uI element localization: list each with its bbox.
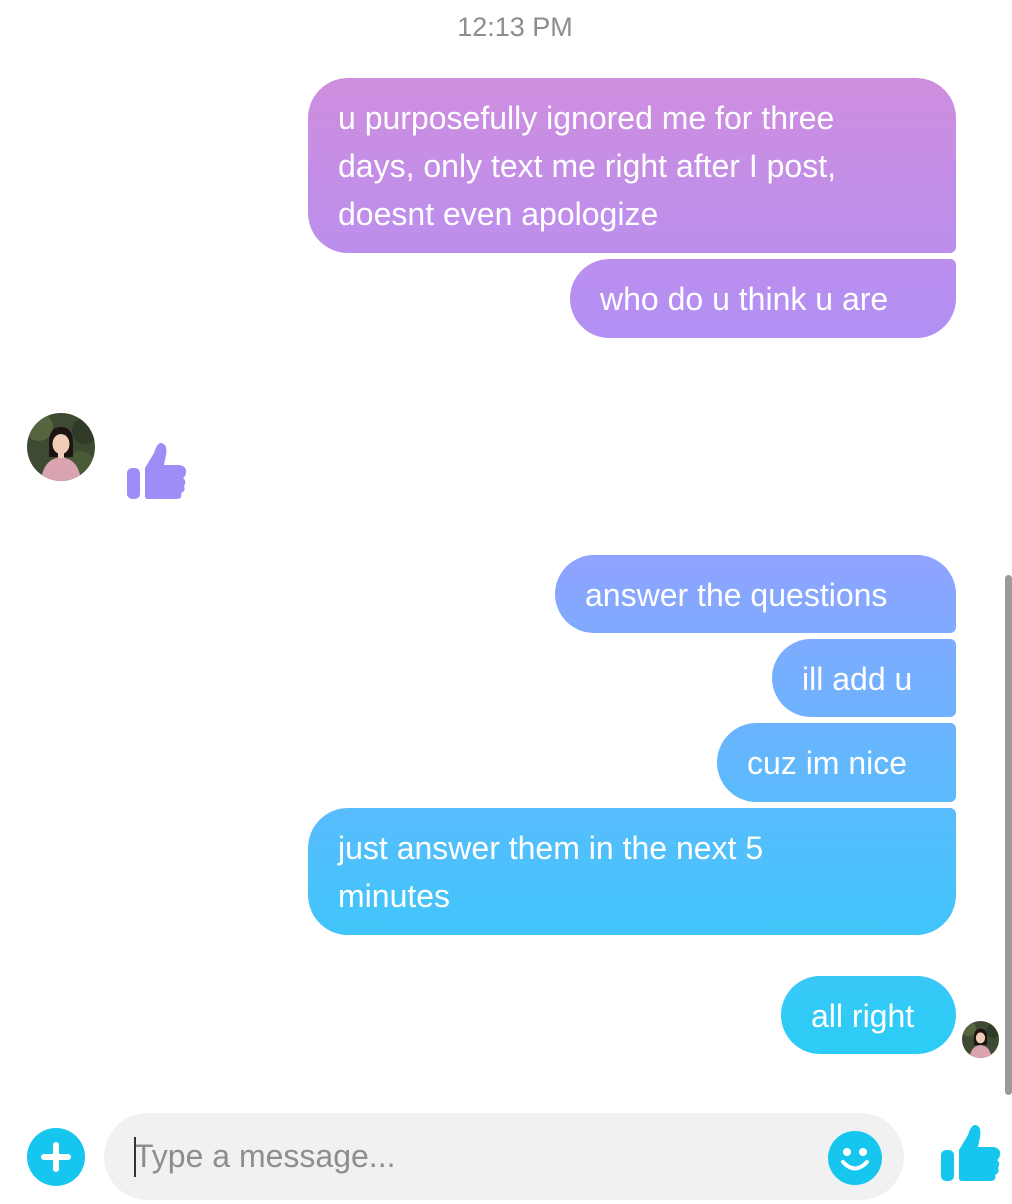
add-attachment-button[interactable] [27,1128,85,1186]
sent-message-bubble[interactable]: ill add u [772,639,956,717]
sent-message-bubble[interactable]: just answer them in the next 5 minutes [308,808,956,935]
chat-window: 12:13 PM u purposefully ignored me for t… [0,0,1012,1204]
text-caret [134,1137,136,1177]
scrollbar-thumb[interactable] [1005,575,1012,1095]
message-timestamp: 12:13 PM [457,12,573,42]
sent-message-bubble[interactable]: answer the questions [555,555,956,633]
sent-message-bubble[interactable]: cuz im nice [717,723,956,802]
sent-message-bubble[interactable]: u purposefully ignored me for three days… [308,78,956,253]
message-input[interactable] [104,1113,904,1200]
avatar-photo [962,1021,999,1058]
thumbs-up-icon [127,443,187,499]
read-receipt-avatar [962,1021,999,1058]
sent-message-bubble[interactable]: who do u think u are [570,259,956,338]
contact-avatar[interactable] [27,413,95,481]
thumbs-up-icon[interactable] [938,1120,1002,1184]
avatar-photo [27,413,95,481]
smiley-icon[interactable] [828,1131,882,1185]
sent-message-bubble[interactable]: all right [781,976,956,1054]
plus-icon-stroke [53,1142,59,1172]
